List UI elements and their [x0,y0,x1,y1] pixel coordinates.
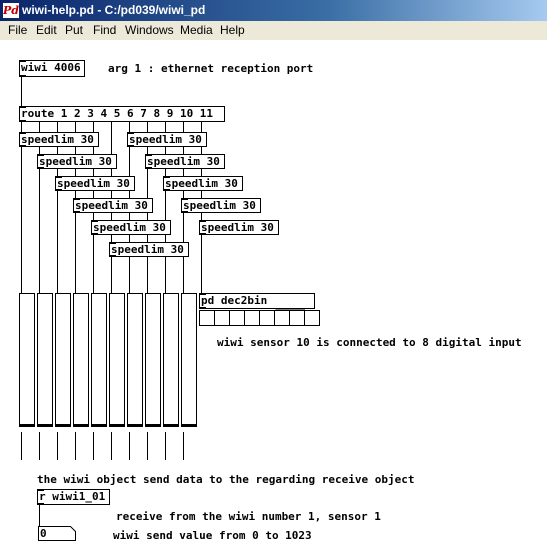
toggle[interactable] [214,310,230,326]
menu-media[interactable]: Media [180,23,213,37]
toggle[interactable] [244,310,260,326]
receive-object-label: r wiwi1_01 [39,490,106,503]
comment-receive-from: receive from the wiwi number 1, sensor 1 [116,510,381,523]
menu-help[interactable]: Help [220,23,245,37]
title-bar[interactable]: Pd wiwi-help.pd - C:/pd039/wiwi_pd [0,0,547,21]
toggle[interactable] [199,310,215,326]
comment-send: the wiwi object send data to the regardi… [37,473,415,486]
receive-object[interactable]: r wiwi1_01 [37,489,110,505]
menu-bar: File Edit Put Find Windows Media Help [0,21,547,40]
number-box[interactable]: 0 [38,526,76,541]
window-title: wiwi-help.pd - C:/pd039/wiwi_pd [22,3,206,17]
menu-windows[interactable]: Windows [125,23,174,37]
toggle[interactable] [289,310,305,326]
patch-canvas[interactable]: wiwi 4006 arg 1 : ethernet reception por… [0,40,547,546]
toggle[interactable] [274,310,290,326]
toggle[interactable] [304,310,320,326]
menu-put[interactable]: Put [65,23,83,37]
menu-file[interactable]: File [8,23,27,37]
comment-sensor10: wiwi sensor 10 is connected to 8 digital… [217,336,522,349]
dec2bin-cords [275,308,305,310]
number-box-value: 0 [40,527,47,540]
menu-edit[interactable]: Edit [36,23,57,37]
toggle[interactable] [229,310,245,326]
pd-app-icon: Pd [3,3,19,18]
menu-find[interactable]: Find [93,23,116,37]
toggle[interactable] [259,310,275,326]
comment-range: wiwi send value from 0 to 1023 [113,529,312,542]
